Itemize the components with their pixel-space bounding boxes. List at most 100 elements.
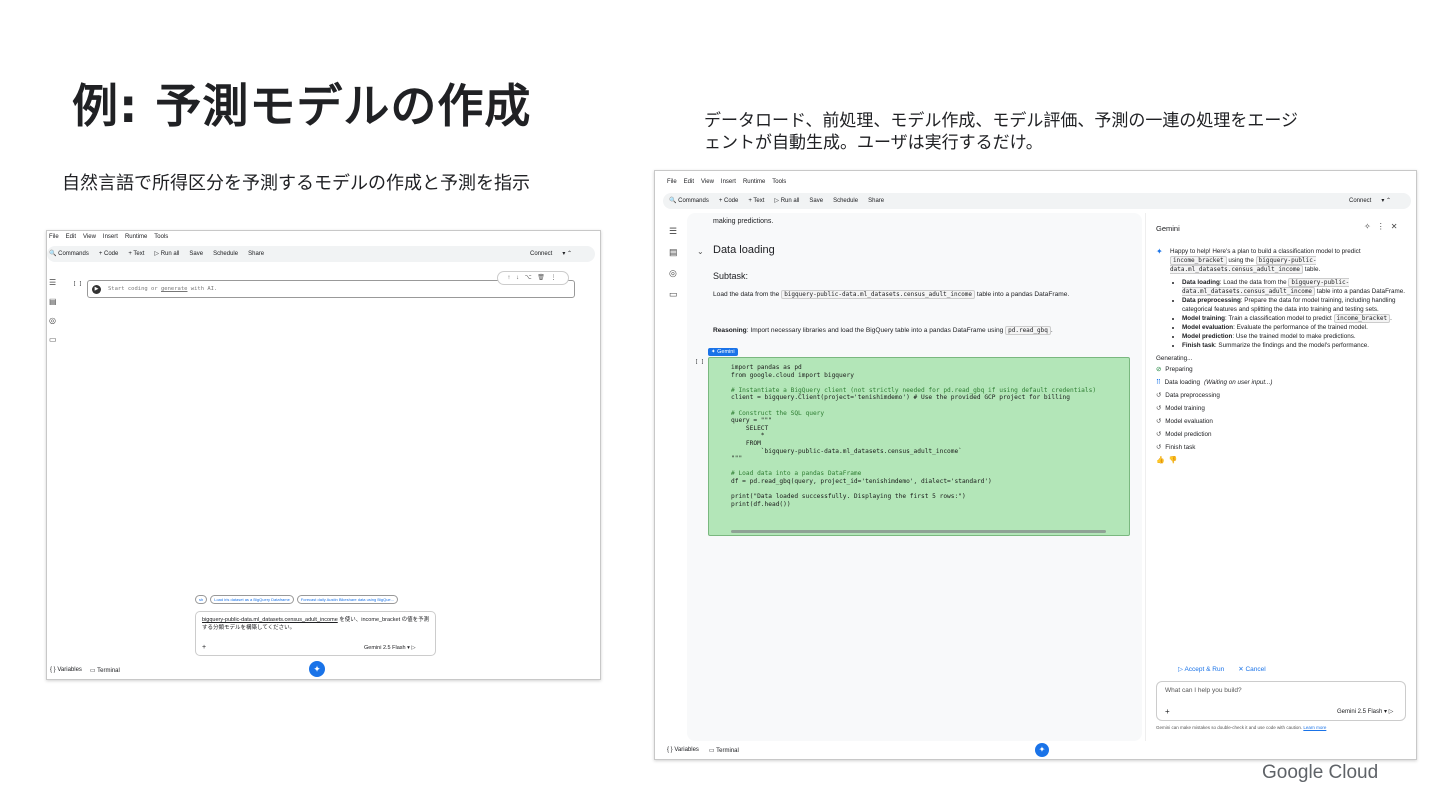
plan-item: Model evaluation: Evaluate the performan…: [1182, 323, 1406, 332]
code-line: print("Data loaded successfully. Display…: [731, 493, 966, 501]
suggestion-chip[interactable]: Load iris dataset as a BigQuery Datafram…: [210, 595, 294, 604]
loading-icon: ⠿: [1156, 379, 1161, 386]
run-all-button[interactable]: ▷ Run all: [774, 197, 799, 204]
menu-edit[interactable]: Edit: [66, 234, 76, 240]
history-icon: ↺: [1156, 431, 1162, 438]
menu-tools[interactable]: Tools: [772, 179, 786, 185]
document-icon[interactable]: ▤: [669, 242, 678, 263]
menu-edit[interactable]: Edit: [684, 179, 694, 185]
add-text-button[interactable]: + Text: [748, 198, 764, 204]
schedule-button[interactable]: Schedule: [213, 251, 238, 257]
left-sidebar: ☰ ▤ ◎ ▭: [669, 221, 678, 305]
plan-item-label: Model training: [1182, 315, 1226, 322]
add-icon[interactable]: +: [202, 644, 206, 651]
section-heading: Data loading: [713, 244, 775, 256]
toc-icon[interactable]: ☰: [669, 221, 678, 242]
save-button[interactable]: Save: [809, 198, 823, 204]
code-line: """: [731, 455, 743, 463]
terminal-tab[interactable]: ▭ Terminal: [90, 667, 120, 674]
generated-code-cell[interactable]: import pandas as pd from google.cloud imp…: [708, 357, 1130, 536]
menu-view[interactable]: View: [701, 179, 714, 185]
menu-insert[interactable]: Insert: [721, 179, 736, 185]
plan-list: Data loading: Load the data from the big…: [1156, 278, 1406, 350]
disclaimer: Gemini can make mistakes so double-check…: [1156, 725, 1327, 730]
add-icon[interactable]: +: [1165, 707, 1170, 716]
prompt-box[interactable]: bigquery-public-data.ml_datasets.census_…: [195, 611, 436, 656]
generating-status: Generating...: [1156, 355, 1193, 362]
terminal-tab[interactable]: ▭ Terminal: [709, 747, 739, 754]
suggestion-chip[interactable]: Forecast daily Austin Bikeshare data usi…: [296, 595, 398, 604]
variables-icon[interactable]: ◎: [669, 263, 678, 284]
cell-toolbar[interactable]: ↑ ↓ ⌥ 🗑 ⋮: [497, 271, 569, 285]
plan-item: Model training: Train a classification m…: [1182, 314, 1406, 323]
variables-tab[interactable]: { } Variables: [50, 667, 82, 674]
run-cell-icon[interactable]: ▶: [92, 285, 101, 294]
toc-icon[interactable]: ☰: [49, 273, 57, 292]
add-code-button[interactable]: + Code: [719, 198, 739, 204]
add-code-button[interactable]: + Code: [99, 251, 119, 257]
cancel-button[interactable]: ✕ Cancel: [1238, 665, 1266, 673]
code-line: # Instantiate a BigQuery client (not str…: [731, 386, 1097, 394]
model-selector[interactable]: Gemini 2.5 Flash ▾ ▷: [1337, 708, 1393, 715]
run-all-button[interactable]: ▷ Run all: [154, 250, 179, 257]
code-line: FROM: [731, 439, 761, 447]
gemini-fab-icon[interactable]: ✦: [309, 661, 325, 677]
commands-button[interactable]: 🔍 Commands: [49, 250, 89, 257]
plan-item-text: : Use the trained model to make predicti…: [1232, 333, 1356, 340]
code-line: *: [731, 432, 765, 440]
plan-item-label: Model evaluation: [1182, 324, 1234, 331]
plan-item-text: table into a pandas DataFrame.: [1315, 288, 1406, 295]
variables-tab[interactable]: { } Variables: [667, 747, 699, 754]
left-colab-screenshot: File Edit View Insert Runtime Tools 🔍 Co…: [46, 230, 601, 680]
right-caption: データロード、前処理、モデル作成、モデル評価、予測の一連の処理をエージェントが自…: [704, 111, 1298, 153]
schedule-button[interactable]: Schedule: [833, 198, 858, 204]
sparkle-icon[interactable]: ✧: [1364, 222, 1377, 231]
thumbs-down-icon[interactable]: 👎: [1169, 457, 1182, 464]
connect-button[interactable]: Connect ▾ ⌃: [530, 250, 572, 258]
collapse-icon[interactable]: ⌄: [697, 247, 704, 256]
close-icon[interactable]: ✕: [1391, 222, 1404, 231]
thumbs-up-icon[interactable]: 👍: [1156, 457, 1169, 464]
code-line: # Construct the SQL query: [731, 409, 825, 417]
accept-run-button[interactable]: ▷ Accept & Run: [1178, 665, 1224, 673]
connect-button[interactable]: Connect ▾ ⌃: [1349, 197, 1391, 205]
horizontal-scrollbar[interactable]: [731, 530, 1106, 533]
share-button[interactable]: Share: [868, 198, 884, 204]
menu-runtime[interactable]: Runtime: [743, 179, 765, 185]
left-sidebar: ☰ ▤ ◎ ▭: [49, 273, 57, 349]
menu-runtime[interactable]: Runtime: [125, 234, 147, 240]
plan-item-text: : Evaluate the performance of the traine…: [1233, 324, 1368, 331]
suggestion-chip[interactable]: sh: [195, 595, 208, 604]
history-icon: ↺: [1156, 418, 1162, 425]
menu-tools[interactable]: Tools: [154, 234, 168, 240]
load-description: Load the data from the bigquery-public-d…: [713, 290, 1070, 299]
folder-icon[interactable]: ▭: [49, 330, 57, 349]
action-row: ▷ Accept & Run ✕ Cancel: [1178, 665, 1266, 673]
plan-item-label: Finish task: [1182, 342, 1215, 349]
step-label: Model evaluation: [1165, 418, 1213, 425]
step-item: ↺ Model training: [1156, 402, 1406, 415]
menu-file[interactable]: File: [667, 179, 677, 185]
step-note: (Waiting on user input...): [1203, 379, 1273, 386]
folder-icon[interactable]: ▭: [669, 284, 678, 305]
model-selector[interactable]: Gemini 2.5 Flash ▾ ▷: [364, 645, 416, 651]
gemini-fab-icon[interactable]: ✦: [1035, 743, 1049, 757]
more-icon[interactable]: ⋮: [1377, 222, 1391, 231]
code-line: # Load data into a pandas DataFrame: [731, 470, 862, 478]
menu-insert[interactable]: Insert: [103, 234, 118, 240]
save-button[interactable]: Save: [189, 251, 203, 257]
feedback-icons: 👍👎: [1156, 456, 1406, 464]
variables-icon[interactable]: ◎: [49, 311, 57, 330]
menu-view[interactable]: View: [83, 234, 96, 240]
add-text-button[interactable]: + Text: [128, 251, 144, 257]
document-icon[interactable]: ▤: [49, 292, 57, 311]
google-cloud-logo: Google Cloud: [1262, 762, 1379, 783]
menu-file[interactable]: File: [49, 234, 59, 240]
gemini-input[interactable]: What can I help you build? + Gemini 2.5 …: [1156, 681, 1406, 721]
commands-button[interactable]: 🔍 Commands: [669, 197, 709, 204]
code-text: import pandas as pd from google.cloud imp…: [709, 358, 1129, 508]
share-button[interactable]: Share: [248, 251, 264, 257]
learn-more-link[interactable]: Learn more: [1303, 725, 1326, 730]
